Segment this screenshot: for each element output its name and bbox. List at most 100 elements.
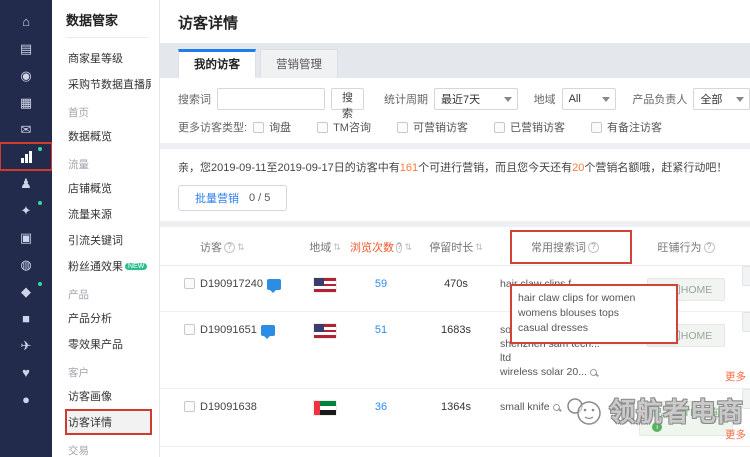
views-count[interactable]: 59 <box>375 278 387 290</box>
help-icon[interactable]: ? <box>588 242 599 253</box>
sidebar-item-粉丝通效果[interactable]: 粉丝通效果NEW <box>66 254 151 278</box>
share-icon[interactable]: ✦ <box>0 197 52 224</box>
magnifier-icon[interactable] <box>590 369 597 376</box>
bar-chart-icon[interactable] <box>0 143 52 170</box>
heart-icon[interactable]: ♥ <box>0 359 52 386</box>
col-header-常用搜索词[interactable]: 常用搜索词? <box>500 239 630 255</box>
sidebar-section-label: 首页 <box>66 98 159 122</box>
magnifier-icon[interactable] <box>553 404 560 411</box>
visitor-table: 访客?⇅地域⇅浏览次数?⇅停留时长⇅常用搜索词?旺铺行为? D190917240… <box>160 227 750 457</box>
globe-icon[interactable]: ◍ <box>0 251 52 278</box>
tab-营销管理[interactable]: 营销管理 <box>260 49 338 78</box>
views-count[interactable]: 51 <box>375 324 387 336</box>
sort-icon[interactable]: ⇅ <box>404 242 412 253</box>
help-icon[interactable]: ? <box>396 242 402 253</box>
tm-chat-icon <box>261 325 275 336</box>
sort-icon[interactable]: ⇅ <box>237 242 245 253</box>
sidebar-item-数据概览[interactable]: 数据概览 <box>66 124 151 148</box>
search-label: 搜索词 <box>178 91 211 107</box>
row-checkbox[interactable] <box>184 278 195 289</box>
search-input[interactable] <box>217 88 325 110</box>
flag-ae-icon <box>314 401 336 415</box>
bag-icon[interactable]: ◆ <box>0 278 52 305</box>
visitor-type-checkbox-TM咨询[interactable]: TM咨询 <box>317 119 371 135</box>
visitor-type-checkbox-有备注访客[interactable]: 有备注访客 <box>591 119 662 135</box>
col-header-访客[interactable]: 访客?⇅ <box>200 239 300 255</box>
checkbox-label: TM咨询 <box>333 119 371 135</box>
tab-我的访客[interactable]: 我的访客 <box>178 49 256 78</box>
table-header-row: 访客?⇅地域⇅浏览次数?⇅停留时长⇅常用搜索词?旺铺行为? <box>160 227 750 266</box>
sidebar-item-引流关键词[interactable]: 引流关键词 <box>66 228 151 252</box>
visitor-id[interactable]: D190917240 <box>200 278 281 290</box>
batch-marketing-button[interactable]: 批量营销 0 / 5 <box>178 185 287 211</box>
camera-icon[interactable]: ● <box>0 386 52 413</box>
shield-icon[interactable]: ◉ <box>0 62 52 89</box>
sort-icon[interactable]: ⇅ <box>333 242 341 253</box>
visitor-type-checkbox-已营销访客[interactable]: 已营销访客 <box>494 119 565 135</box>
row-checkbox[interactable] <box>184 324 195 335</box>
icon-rail: ⌂▤◉▦✉ ♟✦▣◍◆■✈♥● <box>0 0 52 457</box>
owner-select[interactable]: 全部 <box>693 88 750 110</box>
owner-label: 产品负责人 <box>632 91 687 107</box>
sidebar-item-产品分析[interactable]: 产品分析 <box>66 306 151 330</box>
visitor-id[interactable]: D19091638 <box>200 401 257 413</box>
search-button[interactable]: 搜索 <box>331 88 364 110</box>
clipped-action-button[interactable] <box>742 266 750 286</box>
region-label: 地域 <box>534 91 556 107</box>
help-icon[interactable]: ? <box>224 242 235 253</box>
sidebar-section-label: 客户 <box>66 358 159 382</box>
checkbox-icon[interactable] <box>317 122 328 133</box>
sidebar-item-访客画像[interactable]: 访客画像 <box>66 384 151 408</box>
store-icon[interactable]: ▤ <box>0 35 52 62</box>
checkbox-icon[interactable] <box>591 122 602 133</box>
user-icon[interactable]: ♟ <box>0 170 52 197</box>
header-label: 地域 <box>309 239 331 255</box>
duration-cell: 1364s <box>412 401 500 413</box>
header-label: 浏览次数 <box>350 239 394 255</box>
visitor-id-cell: D190917240 <box>200 278 300 290</box>
col-header-旺铺行为[interactable]: 旺铺行为? <box>630 239 742 255</box>
send-icon[interactable]: ✈ <box>0 332 52 359</box>
apps-grid-icon[interactable]: ▦ <box>0 89 52 116</box>
more-link[interactable]: 更多 <box>725 369 746 384</box>
row-checkbox[interactable] <box>184 401 195 412</box>
chevron-down-icon <box>504 97 512 102</box>
sidebar-item-店铺概览[interactable]: 店铺概览 <box>66 176 151 200</box>
sidebar-item-零效果产品[interactable]: 零效果产品 <box>66 332 151 356</box>
info-icon: i <box>652 422 662 432</box>
visitor-type-checkbox-询盘[interactable]: 询盘 <box>253 119 291 135</box>
help-icon[interactable]: ? <box>704 242 715 253</box>
sidebar-item-商家星等级[interactable]: 商家星等级 <box>66 46 151 70</box>
region-select[interactable]: All <box>562 88 617 110</box>
visitor-id-text: D19091651 <box>200 324 257 336</box>
more-link[interactable]: 更多 <box>725 427 746 442</box>
chevron-down-icon <box>602 97 610 102</box>
search-term: ltd <box>500 352 600 364</box>
sidebar: 数据管家 商家星等级采购节数据直播屏首页数据概览流量店铺概览流量来源引流关键词粉… <box>52 0 160 457</box>
marketable-count: 161 <box>400 162 418 174</box>
views-count[interactable]: 36 <box>375 401 387 413</box>
region-cell <box>300 324 350 338</box>
tm-inquiry-sent-badge[interactable]: 已发起TM咨询i <box>639 401 733 436</box>
visitor-id[interactable]: D19091651 <box>200 324 275 336</box>
clipped-action-button[interactable] <box>742 389 750 409</box>
header-label: 旺铺行为 <box>658 239 702 255</box>
message-icon[interactable]: ✉ <box>0 116 52 143</box>
checkbox-icon[interactable] <box>494 122 505 133</box>
sidebar-item-流量来源[interactable]: 流量来源 <box>66 202 151 226</box>
sidebar-item-采购节数据直播屏[interactable]: 采购节数据直播屏 <box>66 72 151 96</box>
col-header-地域[interactable]: 地域⇅ <box>300 239 350 255</box>
calendar-icon[interactable]: ▣ <box>0 224 52 251</box>
sidebar-item-访客详情[interactable]: 访客详情 <box>66 410 151 434</box>
col-header-浏览次数[interactable]: 浏览次数?⇅ <box>350 239 412 255</box>
period-select[interactable]: 最近7天 <box>434 88 518 110</box>
clipped-action-button[interactable] <box>742 312 750 332</box>
col-header-停留时长[interactable]: 停留时长⇅ <box>412 239 500 255</box>
new-badge: NEW <box>125 263 147 270</box>
briefcase-icon[interactable]: ■ <box>0 305 52 332</box>
home-icon[interactable]: ⌂ <box>0 8 52 35</box>
checkbox-icon[interactable] <box>253 122 264 133</box>
visitor-type-checkbox-可营销访客[interactable]: 可营销访客 <box>397 119 468 135</box>
sort-icon[interactable]: ⇅ <box>475 242 483 253</box>
checkbox-icon[interactable] <box>397 122 408 133</box>
